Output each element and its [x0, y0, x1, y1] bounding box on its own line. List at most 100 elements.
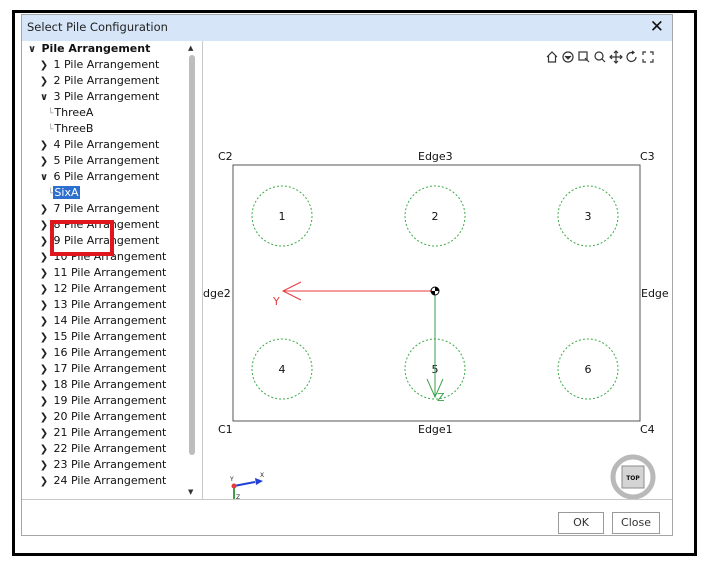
chevron-right-icon[interactable]: ❯: [38, 138, 50, 154]
tree-item-label: 5 Pile Arrangement: [53, 154, 160, 167]
ok-button[interactable]: OK: [558, 512, 604, 534]
tree-item[interactable]: ❯ 20 Pile Arrangement: [38, 409, 167, 426]
chevron-right-icon[interactable]: ❯: [38, 362, 50, 378]
tree-item[interactable]: ❯ 23 Pile Arrangement: [38, 457, 167, 474]
tree-item[interactable]: ❯ 24 Pile Arrangement: [38, 473, 167, 490]
pile-layout-viewport[interactable]: C2 C3 C1 C4 Edge3 Edge1 dge2 Edge 1 2 3 …: [203, 41, 672, 499]
tree-item-label: 14 Pile Arrangement: [53, 314, 167, 327]
scrollbar-thumb[interactable]: [189, 55, 195, 455]
chevron-right-icon[interactable]: ❯: [38, 282, 50, 298]
viewport-toolbar: [546, 50, 654, 64]
tree-leaf[interactable]: └ThreeB: [48, 121, 94, 137]
chevron-down-icon[interactable]: ∨: [38, 90, 50, 106]
tree-item[interactable]: ❯ 16 Pile Arrangement: [38, 345, 167, 362]
tree-item[interactable]: ❯ 11 Pile Arrangement: [38, 265, 167, 282]
tree-item-label: 20 Pile Arrangement: [53, 410, 167, 423]
chevron-right-icon[interactable]: ❯: [38, 298, 50, 314]
tree-item-label: 18 Pile Arrangement: [53, 378, 167, 391]
tree-item[interactable]: ❯ 12 Pile Arrangement: [38, 281, 167, 298]
pile-6-label: 6: [585, 363, 592, 376]
pile-3-label: 3: [585, 210, 592, 223]
tree-root-label: Pile Arrangement: [41, 42, 151, 55]
chevron-right-icon[interactable]: ❯: [38, 266, 50, 282]
tree-item[interactable]: ❯ 4 Pile Arrangement: [38, 137, 160, 154]
tree-item-label: 9 Pile Arrangement: [53, 234, 160, 247]
tree-item[interactable]: ❯ 10 Pile Arrangement: [38, 249, 167, 266]
tree-item[interactable]: ❯ 18 Pile Arrangement: [38, 377, 167, 394]
chevron-right-icon[interactable]: ❯: [38, 234, 50, 250]
chevron-down-icon[interactable]: ∨: [38, 170, 50, 186]
fit-icon[interactable]: [642, 51, 654, 63]
select-pile-configuration-dialog: Select Pile Configuration ✕ ∨ Pile Arran…: [21, 14, 673, 536]
tree-item[interactable]: ❯ 15 Pile Arrangement: [38, 329, 167, 346]
corner-c1: C1: [218, 423, 233, 436]
corner-c2: C2: [218, 150, 233, 163]
edge1-label: Edge1: [418, 423, 453, 436]
tree-leaf[interactable]: └SixA: [48, 185, 80, 201]
svg-text:X: X: [260, 472, 264, 479]
tree-item[interactable]: ❯ 19 Pile Arrangement: [38, 393, 167, 410]
tree-item[interactable]: ❯ 7 Pile Arrangement: [38, 201, 160, 218]
chevron-right-icon[interactable]: ❯: [38, 314, 50, 330]
zoom-icon[interactable]: [594, 51, 606, 63]
tree-scrollbar[interactable]: ▲ ▼: [185, 41, 199, 499]
tree-item-label: 10 Pile Arrangement: [53, 250, 167, 263]
chevron-right-icon[interactable]: ❯: [38, 410, 50, 426]
tree-item-label: 21 Pile Arrangement: [53, 426, 167, 439]
view-orientation-badge[interactable]: TOP: [610, 454, 656, 499]
chevron-right-icon[interactable]: ❯: [38, 58, 50, 74]
tree-item[interactable]: ❯ 2 Pile Arrangement: [38, 73, 160, 90]
title-bar: Select Pile Configuration ✕: [22, 15, 672, 41]
z-axis-arrow: [426, 291, 444, 399]
chevron-right-icon[interactable]: ❯: [38, 442, 50, 458]
tree-item[interactable]: ❯ 14 Pile Arrangement: [38, 313, 167, 330]
chevron-right-icon[interactable]: ❯: [38, 330, 50, 346]
pan-icon[interactable]: [609, 50, 623, 64]
tree-leaf[interactable]: └ThreeA: [48, 105, 94, 121]
tree-item[interactable]: ❯ 22 Pile Arrangement: [38, 441, 167, 458]
chevron-right-icon[interactable]: ❯: [38, 250, 50, 266]
tree-item[interactable]: ❯ 9 Pile Arrangement: [38, 233, 160, 250]
chevron-right-icon[interactable]: ❯: [38, 458, 50, 474]
dialog-title: Select Pile Configuration: [27, 20, 168, 34]
tree-item[interactable]: ❯ 21 Pile Arrangement: [38, 425, 167, 442]
rotate-icon[interactable]: [626, 50, 637, 63]
tree-item-label: 22 Pile Arrangement: [53, 442, 167, 455]
chevron-right-icon[interactable]: ❯: [38, 74, 50, 90]
tree-item[interactable]: ❯ 13 Pile Arrangement: [38, 297, 167, 314]
close-icon[interactable]: ✕: [650, 16, 664, 38]
tree-root[interactable]: ∨ Pile Arrangement: [26, 41, 150, 57]
chevron-right-icon[interactable]: ❯: [38, 218, 50, 234]
tree-item-label: 8 Pile Arrangement: [53, 218, 160, 231]
chevron-right-icon[interactable]: ❯: [38, 474, 50, 490]
chevron-right-icon[interactable]: ❯: [38, 346, 50, 362]
tree-item[interactable]: ∨ 6 Pile Arrangement: [38, 169, 159, 185]
tree-item[interactable]: ❯ 5 Pile Arrangement: [38, 153, 160, 170]
tree-item[interactable]: ❯ 17 Pile Arrangement: [38, 361, 167, 378]
tree-item-label: 7 Pile Arrangement: [53, 202, 160, 215]
chevron-right-icon[interactable]: ❯: [38, 154, 50, 170]
zoom-extents-icon[interactable]: [578, 51, 590, 63]
tree-item[interactable]: ❯ 1 Pile Arrangement: [38, 57, 160, 74]
tree-leaf-label: SixA: [53, 186, 80, 199]
tree-item-label: 16 Pile Arrangement: [53, 346, 167, 359]
edge2-label: dge2: [203, 287, 231, 300]
tree-item-label: 11 Pile Arrangement: [53, 266, 167, 279]
tree-item[interactable]: ❯ 8 Pile Arrangement: [38, 217, 160, 234]
chevron-right-icon[interactable]: ❯: [38, 394, 50, 410]
chevron-right-icon[interactable]: ❯: [38, 426, 50, 442]
tree-item-label: 15 Pile Arrangement: [53, 330, 167, 343]
chevron-right-icon[interactable]: ❯: [38, 378, 50, 394]
scroll-up-icon[interactable]: ▲: [188, 44, 193, 52]
chevron-down-icon[interactable]: ∨: [26, 42, 38, 58]
home-icon[interactable]: [546, 51, 558, 63]
chevron-right-icon[interactable]: ❯: [38, 202, 50, 218]
corner-c4: C4: [640, 423, 655, 436]
z-axis-label: Z: [437, 391, 445, 404]
scroll-down-icon[interactable]: ▼: [188, 488, 193, 496]
tree-item[interactable]: ∨ 3 Pile Arrangement: [38, 89, 159, 105]
pile-1-label: 1: [279, 210, 286, 223]
tree-item-label: 24 Pile Arrangement: [53, 474, 167, 487]
close-button[interactable]: Close: [612, 512, 660, 534]
view-cube-icon[interactable]: [562, 51, 574, 63]
